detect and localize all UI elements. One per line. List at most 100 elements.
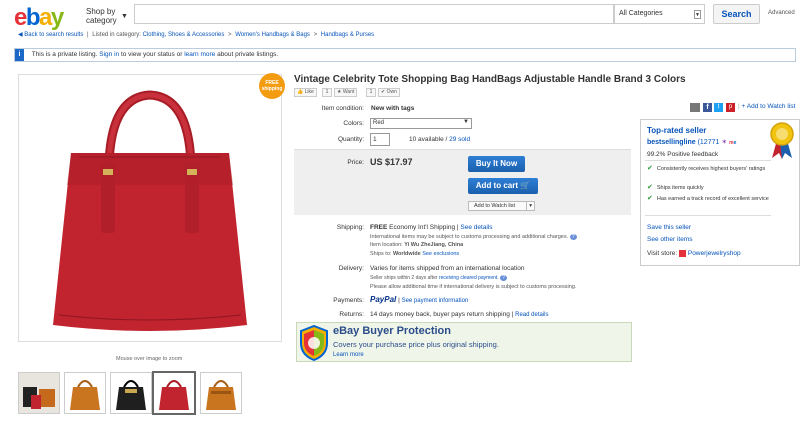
- shipping-method: Economy Int'l Shipping |: [389, 224, 459, 231]
- shield-icon: [300, 325, 328, 361]
- intl-note: International items may be subject to cu…: [370, 234, 577, 240]
- pinterest-icon[interactable]: p: [726, 103, 735, 112]
- listing-title: Vintage Celebrity Tote Shopping Bag Hand…: [294, 74, 686, 85]
- twitter-icon[interactable]: t: [714, 103, 723, 112]
- breadcrumb-item-handbags-bags[interactable]: Women's Handbags & Bags: [235, 32, 310, 38]
- free-badge-line2: shipping: [261, 86, 283, 92]
- add-to-cart-button[interactable]: Add to cart 🛒: [468, 178, 538, 194]
- seller-bullet-1-text: Consistently receives highest buyers' ra…: [656, 166, 766, 172]
- red-handbag-image: [53, 90, 247, 331]
- like-label: Like: [304, 89, 314, 95]
- seller-info-box: Top-rated seller bestsellingline (12771 …: [640, 119, 800, 266]
- shipping-free: FREE: [370, 224, 388, 231]
- search-input[interactable]: [134, 4, 614, 24]
- seller-name-link[interactable]: bestsellingline: [647, 139, 696, 146]
- top-rated-label: Top-rated seller: [647, 126, 707, 135]
- like-button[interactable]: 👍 Like: [294, 88, 317, 97]
- thumbs-up-icon: 👍: [297, 89, 304, 95]
- top-rated-medal-icon: [770, 122, 794, 159]
- help-icon[interactable]: ?: [500, 275, 507, 281]
- thumbnail-3[interactable]: [110, 372, 152, 414]
- colors-select[interactable]: Red ▼: [370, 118, 472, 129]
- protection-title: eBay Buyer Protection: [333, 325, 451, 337]
- shop-by-label: Shop by: [86, 7, 116, 16]
- help-icon[interactable]: ?: [569, 234, 577, 240]
- store-name-link[interactable]: Powerjewelryshop: [688, 250, 741, 257]
- condition-value: New with tags: [371, 105, 415, 112]
- own-button[interactable]: ✔ Own: [378, 88, 400, 97]
- logo-letter-y: y: [50, 4, 64, 31]
- visit-store-row: Visit store: Powerjewelryshop: [647, 250, 741, 257]
- me-badge-icon-e: e: [733, 140, 737, 146]
- intl-note-text: International items may be subject to cu…: [370, 234, 569, 240]
- thumbnail-image: [201, 373, 241, 413]
- thumbnail-4-selected[interactable]: [152, 371, 196, 415]
- back-arrow-icon: ◀: [18, 32, 23, 38]
- see-other-items-link[interactable]: See other items: [647, 236, 693, 243]
- free-shipping-badge: FREE shipping: [259, 73, 285, 99]
- price-value: US $17.97: [370, 157, 413, 167]
- sign-in-link[interactable]: Sign in: [99, 51, 119, 58]
- cleared-payment-link[interactable]: receiving cleared payment.: [439, 275, 499, 281]
- want-count: 1: [366, 88, 376, 97]
- thumbnail-5[interactable]: [200, 372, 242, 414]
- watch-dropdown-icon[interactable]: ▾: [526, 202, 532, 210]
- delivery-note-1: Seller ships within 2 days after receivi…: [370, 275, 507, 281]
- main-product-image[interactable]: [18, 74, 282, 342]
- chevron-down-icon: ▼: [121, 13, 128, 20]
- quantity-label: Quantity:: [337, 136, 364, 143]
- checkmark-icon: ✔: [647, 165, 653, 172]
- logo-letter-a: a: [39, 4, 52, 31]
- seller-bullet-2-text: Ships items quickly: [656, 185, 704, 191]
- ebay-logo[interactable]: ebay: [14, 4, 64, 32]
- positive-feedback: 99.2% Positive feedback: [647, 151, 719, 158]
- item-location: Item location: Yi Wu ZheJiang, China: [370, 242, 463, 248]
- quantity-input[interactable]: 1: [370, 133, 390, 146]
- advanced-search-link[interactable]: Advanced: [768, 10, 795, 16]
- category-select[interactable]: All Categories ▼: [614, 4, 705, 24]
- share-add-to-watch[interactable]: | + Add to Watch list: [738, 103, 795, 110]
- back-to-search-link[interactable]: Back to search results: [24, 32, 83, 38]
- breadcrumb: ◀ Back to search results | Listed in cat…: [18, 32, 375, 38]
- own-label: Own: [386, 89, 397, 95]
- seller-bullet-3: ✔ Has earned a track record of excellent …: [647, 195, 771, 203]
- notice-text-b: to view your status or: [120, 51, 183, 58]
- buy-it-now-button[interactable]: Buy It Now: [468, 156, 525, 172]
- learn-more-link[interactable]: learn more: [184, 51, 215, 58]
- listed-in-label: Listed in category:: [92, 32, 141, 38]
- see-exclusions-link[interactable]: See exclusions: [422, 251, 459, 257]
- dropdown-arrow-icon: ▼: [694, 10, 701, 19]
- logo-letter-e: e: [14, 4, 27, 31]
- thumbnail-2[interactable]: [64, 372, 106, 414]
- shop-by-category-button[interactable]: Shop by category ▼: [86, 7, 128, 25]
- shipping-row: FREE Economy Int'l Shipping | See detail…: [370, 224, 493, 231]
- feedback-count-link[interactable]: (12771: [698, 139, 720, 146]
- search-button[interactable]: Search: [713, 4, 760, 24]
- read-details-link[interactable]: Read details: [515, 312, 548, 318]
- protection-subtitle: Covers your purchase price plus original…: [333, 340, 499, 349]
- ships-to: Ships to: Worldwide See exclusions: [370, 251, 459, 257]
- save-seller-link[interactable]: Save this seller: [647, 224, 691, 231]
- location-label: Item location:: [370, 242, 403, 248]
- add-to-watch-button[interactable]: Add to Watch list ▾: [468, 201, 535, 211]
- share-add-to-watch-link[interactable]: Add to Watch list: [747, 103, 796, 110]
- breadcrumb-item-handbags-purses[interactable]: Handbags & Purses: [321, 32, 374, 38]
- zoom-hint: Mouse over image to zoom: [116, 356, 183, 362]
- protection-learn-more-link[interactable]: Learn more: [333, 352, 364, 358]
- availability: 10 available / 29 sold: [409, 136, 470, 143]
- email-icon[interactable]: [690, 103, 700, 112]
- seller-bullet-1: ✔ Consistently receives highest buyers' r…: [647, 165, 771, 173]
- shipping-see-details-link[interactable]: See details: [460, 224, 492, 231]
- private-listing-notice: i This is a private listing. Sign in to …: [14, 48, 796, 62]
- thumbnail-1[interactable]: [18, 372, 60, 414]
- buyer-protection-banner: eBay Buyer Protection Covers your purcha…: [296, 322, 632, 362]
- facebook-icon[interactable]: f: [703, 103, 712, 112]
- returns-value: 14 days money back, buyer pays return sh…: [370, 311, 514, 318]
- available-count: 10 available /: [409, 136, 448, 143]
- want-button[interactable]: ★ Want: [334, 88, 358, 97]
- notice-text-a: This is a private listing.: [31, 51, 98, 58]
- see-payment-info-link[interactable]: See payment information: [402, 298, 469, 304]
- breadcrumb-item-clothing[interactable]: Clothing, Shoes & Accessories: [143, 32, 225, 38]
- thumbnail-image: [154, 373, 194, 413]
- sold-count-link[interactable]: 29 sold: [449, 136, 470, 143]
